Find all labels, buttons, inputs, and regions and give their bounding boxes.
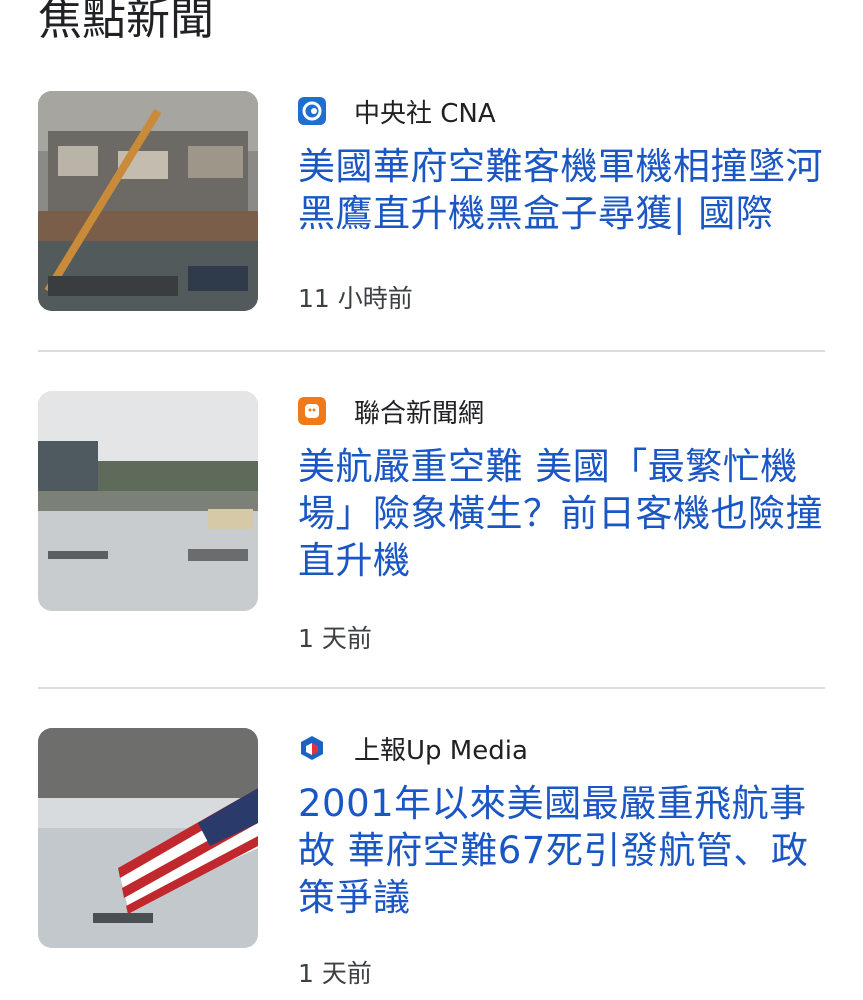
- news-card[interactable]: 中央社 CNA 美國華府空難客機軍機相撞墜河黑鷹直升機黑盒子尋獲| 國際 11 …: [38, 91, 825, 321]
- divider: [38, 687, 825, 689]
- upmedia-logo-icon: [298, 734, 326, 762]
- source-name: 上報Up Media: [354, 735, 528, 766]
- source-name: 中央社 CNA: [354, 98, 496, 129]
- news-card[interactable]: 聯合新聞網 美航嚴重空難 美國「最繁忙機場」險象橫生？前日客機也險撞直升機 1 …: [38, 391, 825, 661]
- article-headline[interactable]: 美國華府空難客機軍機相撞墜河黑鷹直升機黑盒子尋獲| 國際: [298, 143, 825, 237]
- article-headline[interactable]: 美航嚴重空難 美國「最繁忙機場」險象橫生？前日客機也險撞直升機: [298, 443, 825, 584]
- article-time: 11 小時前: [298, 284, 413, 313]
- source-name: 聯合新聞網: [354, 398, 485, 429]
- article-time: 1 天前: [298, 959, 372, 988]
- section-title: 焦點新聞: [38, 0, 214, 45]
- article-thumbnail[interactable]: [38, 391, 258, 611]
- divider: [38, 350, 825, 352]
- news-card[interactable]: 上報Up Media 2001年以來美國最嚴重飛航事故 華府空難67死引發航管、…: [38, 728, 825, 1000]
- udn-logo-icon: [298, 397, 326, 425]
- article-headline[interactable]: 2001年以來美國最嚴重飛航事故 華府空難67死引發航管、政策爭議: [298, 780, 825, 921]
- cna-logo-icon: [298, 97, 326, 125]
- article-thumbnail[interactable]: [38, 728, 258, 948]
- article-thumbnail[interactable]: [38, 91, 258, 311]
- article-time: 1 天前: [298, 624, 372, 653]
